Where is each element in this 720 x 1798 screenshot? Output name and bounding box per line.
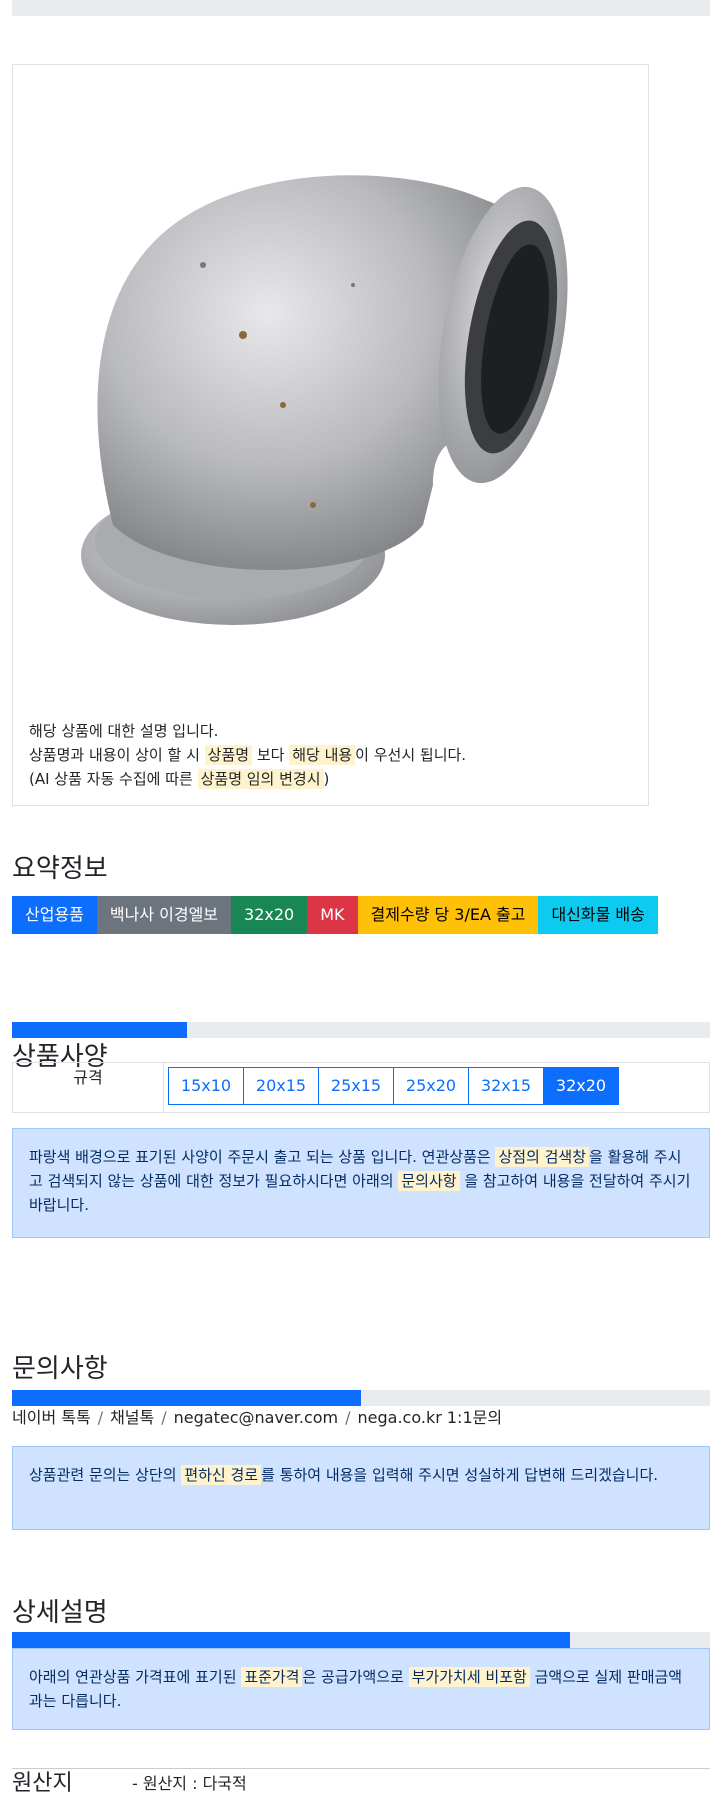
spec-progress <box>12 1022 710 1038</box>
desc-text: (AI 상품 자동 수집에 따른 <box>29 770 198 788</box>
highlight-product-name: 상품명 <box>204 745 253 765</box>
desc-text: 이 우선시 됩니다. <box>355 746 467 764</box>
inquiry-progress <box>12 1390 710 1406</box>
desc-text: 상품명과 내용이 상이 할 시 <box>29 746 205 764</box>
link-email[interactable]: negatec@naver.com <box>174 1408 338 1427</box>
spec-option-15x10[interactable]: 15x10 <box>168 1067 244 1105</box>
highlight-name-change: 상품명 임의 변경시 <box>197 769 324 789</box>
link-separator: / <box>97 1408 104 1427</box>
inquiry-notice: 상품관련 문의는 상단의 편하신 경로 를 통하여 내용을 입력해 주시면 성실하… <box>12 1446 710 1530</box>
highlight-route: 편하신 경로 <box>181 1465 262 1485</box>
product-image <box>81 175 568 625</box>
highlight-content: 해당 내용 <box>289 745 356 765</box>
link-channel-talk[interactable]: 채널톡 <box>110 1408 154 1427</box>
notice-text: 아래의 연관상품 가격표에 표기된 <box>29 1668 242 1686</box>
spec-notice: 파랑색 배경으로 표기된 사양이 주문시 출고 되는 상품 입니다. 연관상품은… <box>12 1128 710 1238</box>
origin-title: 원산지 <box>12 1771 73 1796</box>
desc-line-2: 상품명과 내용이 상이 할 시 상품명 보다 해당 내용 이 우선시 됩니다. <box>29 743 466 767</box>
spec-table: 규격 15x10 20x15 25x15 25x20 32x15 32x20 <box>12 1062 710 1113</box>
link-separator: / <box>161 1408 167 1427</box>
inquiry-progress-fill <box>12 1390 361 1406</box>
desc-line-1: 해당 상품에 대한 설명 입니다. <box>29 722 219 740</box>
notice-text: 를 통하여 내용을 입력해 주시면 성실하게 답변해 드리겠습니다. <box>261 1466 659 1484</box>
inquiry-title: 문의사항 <box>12 1354 108 1384</box>
detail-notice: 아래의 연관상품 가격표에 표기된 표준가격 은 공급가액으로 부가가치세 비포함… <box>12 1648 710 1730</box>
badge-product-type: 백나사 이경엘보 <box>96 896 232 934</box>
spec-option-20x15[interactable]: 20x15 <box>243 1067 319 1105</box>
badge-quantity: 결제수량 당 3/EA 출고 <box>357 896 539 934</box>
inquiry-links: 네이버 톡톡 / 채널톡 / negatec@naver.com / nega.co.kr … <box>12 1406 502 1430</box>
spec-option-32x20[interactable]: 32x20 <box>543 1067 619 1105</box>
link-naver-talktalk[interactable]: 네이버 톡톡 <box>12 1408 91 1427</box>
detail-title: 상세설명 <box>12 1598 108 1628</box>
badge-category: 산업용품 <box>12 896 97 934</box>
badge-shipping: 대신화물 배송 <box>538 896 658 934</box>
highlight-inquiry: 문의사항 <box>398 1171 460 1191</box>
spec-label: 규격 <box>13 1063 164 1112</box>
desc-line-3: (AI 상품 자동 수집에 따른 상품명 임의 변경시) <box>29 767 466 791</box>
desc-text: ) <box>323 770 330 788</box>
product-description: 해당 상품에 대한 설명 입니다. 상품명과 내용이 상이 할 시 상품명 보다… <box>29 719 466 791</box>
link-separator: / <box>345 1408 351 1427</box>
product-card: 해당 상품에 대한 설명 입니다. 상품명과 내용이 상이 할 시 상품명 보다… <box>12 64 649 806</box>
origin-value: - 원산지 : 다국적 <box>132 1774 247 1793</box>
highlight-vat: 부가가치세 비포함 <box>408 1667 530 1687</box>
detail-progress <box>12 1632 710 1648</box>
spec-option-32x15[interactable]: 32x15 <box>468 1067 544 1105</box>
spec-options: 15x10 20x15 25x15 25x20 32x15 32x20 <box>168 1067 619 1105</box>
notice-text: 파랑색 배경으로 표기된 사양이 주문시 출고 되는 상품 입니다. 연관상품은 <box>29 1148 496 1166</box>
top-divider <box>12 0 710 16</box>
notice-text: 상품관련 문의는 상단의 <box>29 1466 182 1484</box>
badge-size: 32x20 <box>231 896 308 934</box>
detail-progress-fill <box>12 1632 571 1648</box>
summary-badges: 산업용품 백나사 이경엘보 32x20 MK 결제수량 당 3/EA 출고 대신… <box>12 896 658 934</box>
badge-brand: MK <box>307 896 358 934</box>
highlight-standard-price: 표준가격 <box>241 1667 303 1687</box>
summary-title: 요약정보 <box>12 854 108 884</box>
origin-divider <box>12 1768 710 1769</box>
desc-text: 보다 <box>252 746 290 764</box>
highlight-search: 상점의 검색창 <box>495 1147 590 1167</box>
spec-option-25x20[interactable]: 25x20 <box>393 1067 469 1105</box>
notice-text: 은 공급가액으로 <box>302 1668 409 1686</box>
spec-option-25x15[interactable]: 25x15 <box>318 1067 394 1105</box>
link-site-inquiry[interactable]: nega.co.kr 1:1문의 <box>358 1408 503 1427</box>
